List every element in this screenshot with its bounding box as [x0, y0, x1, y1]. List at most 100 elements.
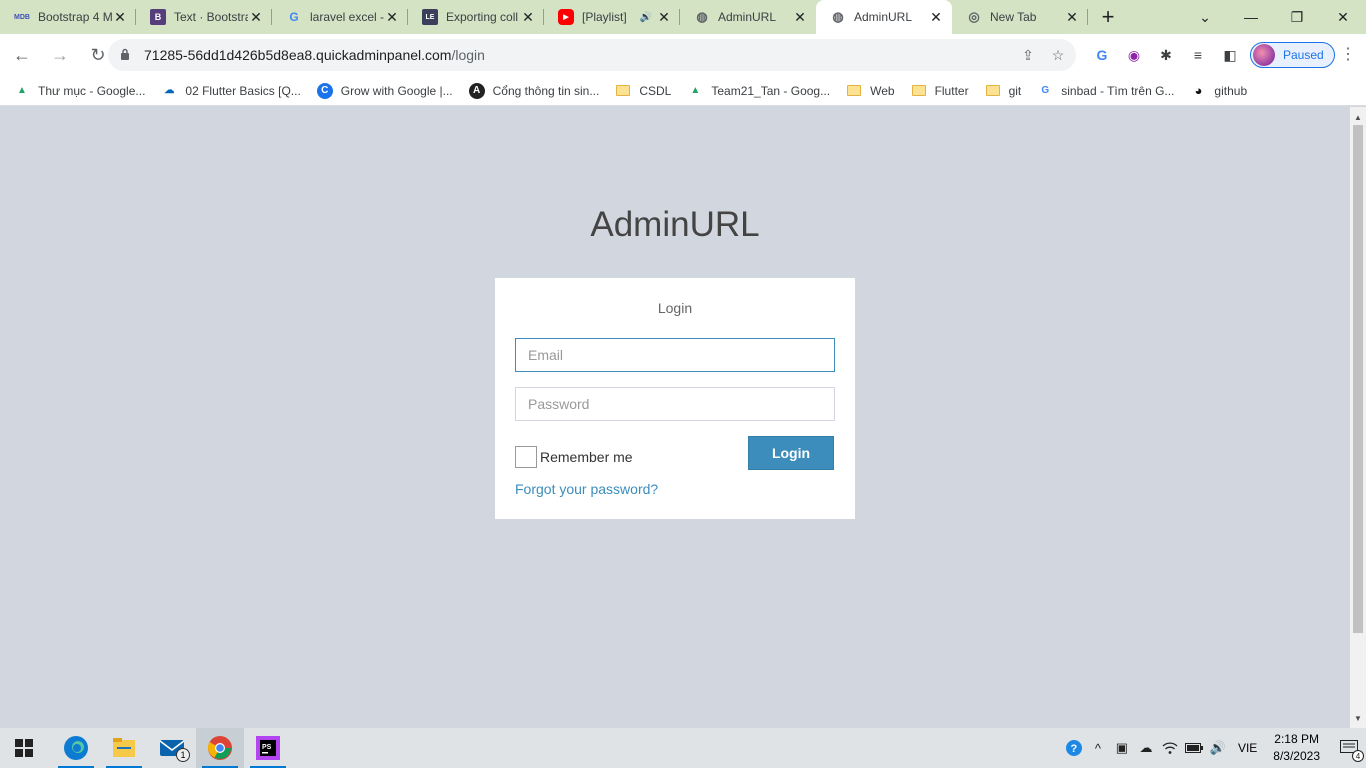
mail-icon[interactable]: 1	[148, 728, 196, 768]
system-tray: ? ^ ▣ ☁ 🔊 VIE 2:18 PM 8/3/2023 4	[1062, 728, 1366, 768]
tab-bootstrap-text[interactable]: B Text · Bootstra ✕	[136, 0, 272, 34]
google-icon: G	[289, 10, 299, 24]
tab-adminurl[interactable]: ◍ AdminURL ✕	[680, 0, 816, 34]
start-button[interactable]	[0, 728, 48, 768]
bookmark-star-icon[interactable]: ☆	[1048, 45, 1068, 65]
wifi-icon[interactable]	[1158, 728, 1182, 768]
google-drive-icon: ▲	[17, 85, 27, 96]
tab-title: AdminURL	[854, 10, 913, 24]
bookmark-item[interactable]: ▲ Thư mục - Google...	[14, 83, 145, 99]
clock[interactable]: 2:18 PM 8/3/2023	[1273, 731, 1320, 765]
tab-new-tab[interactable]: ◎ New Tab ✕	[952, 0, 1088, 34]
media-control-icon[interactable]: ≡	[1182, 39, 1214, 71]
bookmark-item[interactable]: ☁ 02 Flutter Basics [Q...	[161, 83, 300, 99]
tab-youtube-playlist[interactable]: ▶ [Playlist] 🔊 ✕	[544, 0, 680, 34]
tab-search-button[interactable]: ⌄	[1182, 0, 1228, 34]
login-box: Login Remember me Login Forgot your pass…	[495, 278, 855, 519]
scrollbar-thumb[interactable]	[1353, 125, 1363, 633]
password-field[interactable]	[515, 387, 835, 421]
bookmark-item[interactable]: ▲ Team21_Tan - Goog...	[687, 83, 830, 99]
color-extension-icon[interactable]: ◉	[1118, 39, 1150, 71]
google-icon: G	[1041, 85, 1050, 96]
remember-me-checkbox[interactable]	[515, 446, 537, 468]
close-icon[interactable]: ✕	[248, 9, 264, 25]
bookmark-label: Thư mục - Google...	[38, 83, 146, 98]
bookmark-label: 02 Flutter Basics [Q...	[185, 83, 301, 98]
help-icon[interactable]: ?	[1062, 728, 1086, 768]
chrome-icon[interactable]	[196, 728, 244, 768]
browser-menu-icon[interactable]: ⋮	[1340, 44, 1356, 64]
mdb-icon: MDB	[14, 13, 30, 21]
email-field[interactable]	[515, 338, 835, 372]
omnibox-actions: ⇪ ☆	[1018, 45, 1068, 65]
bookmarks-bar: ▲ Thư mục - Google... ☁ 02 Flutter Basics …	[0, 76, 1366, 106]
forward-button[interactable]: →	[44, 39, 76, 71]
back-button[interactable]: ←	[6, 39, 38, 71]
folder-icon	[911, 83, 927, 99]
remember-me-label: Remember me	[540, 449, 633, 465]
bookmark-label: Flutter	[934, 83, 969, 98]
browser-toolbar: ← → ↻ 71285-56dd1d426b5d8ea8.quickadminp…	[0, 34, 1366, 76]
profile-button[interactable]: Paused	[1250, 42, 1335, 68]
minimize-button[interactable]: —	[1228, 0, 1274, 34]
app-logo-title[interactable]: AdminURL	[0, 205, 1350, 245]
forgot-password-link[interactable]: Forgot your password?	[515, 481, 658, 497]
chevron-up-icon[interactable]: ^	[1086, 728, 1110, 768]
file-explorer-icon[interactable]	[100, 728, 148, 768]
bookmark-item[interactable]: Gsinbad - Tìm trên G...	[1037, 83, 1174, 99]
bookmark-folder[interactable]: CSDL	[615, 83, 671, 99]
speaker-icon[interactable]: 🔊	[640, 12, 652, 23]
close-icon[interactable]: ✕	[520, 9, 536, 25]
page-scrollbar[interactable]: ▲ ▼	[1350, 107, 1366, 728]
bookmark-folder[interactable]: Flutter	[911, 83, 969, 99]
google-drive-icon: ▲	[690, 85, 701, 96]
language-indicator[interactable]: VIE	[1238, 741, 1257, 755]
close-icon[interactable]: ✕	[1064, 9, 1080, 25]
onedrive-icon: ☁	[164, 85, 175, 96]
bookmark-folder[interactable]: git	[985, 83, 1022, 99]
close-icon[interactable]: ✕	[792, 9, 808, 25]
bookmark-label: Team21_Tan - Goog...	[711, 83, 831, 98]
new-tab-button[interactable]: +	[1088, 0, 1128, 34]
restore-button[interactable]: ❐	[1274, 0, 1320, 34]
remember-me[interactable]: Remember me	[515, 446, 633, 468]
page-content: AdminURL Login Remember me Login Forgot …	[0, 107, 1350, 728]
bookmark-item[interactable]: A Cổng thông tin sin...	[468, 82, 599, 99]
close-icon[interactable]: ✕	[112, 9, 128, 25]
close-icon[interactable]: ✕	[384, 9, 400, 25]
lock-icon[interactable]	[120, 48, 134, 62]
tab-exporting-collections[interactable]: LE Exporting coll ✕	[408, 0, 544, 34]
address-bar[interactable]: 71285-56dd1d426b5d8ea8.quickadminpanel.c…	[108, 39, 1076, 71]
close-icon[interactable]: ✕	[656, 9, 672, 25]
scroll-up-arrow-icon[interactable]: ▲	[1350, 109, 1366, 125]
share-icon[interactable]: ⇪	[1018, 45, 1038, 65]
volume-icon[interactable]: 🔊	[1206, 728, 1230, 768]
scroll-down-arrow-icon[interactable]: ▼	[1350, 710, 1366, 726]
battery-icon[interactable]	[1182, 728, 1206, 768]
bookmark-label: git	[1008, 83, 1022, 98]
tab-separator	[1087, 9, 1088, 25]
login-button[interactable]: Login	[748, 436, 834, 470]
tab-laravel-excel-search[interactable]: G laravel excel - ✕	[272, 0, 408, 34]
tab-adminurl-active[interactable]: ◍ AdminURL ✕	[816, 0, 952, 34]
device-icon[interactable]: ▣	[1110, 728, 1134, 768]
tab-bootstrap-mdb[interactable]: MDB Bootstrap 4 M ✕	[0, 0, 136, 34]
bookmark-item[interactable]: C Grow with Google |...	[316, 82, 453, 99]
bootstrap-icon: B	[150, 9, 166, 25]
tab-title: laravel excel -	[310, 10, 384, 24]
avatar	[1253, 44, 1275, 66]
translate-extension-icon[interactable]: G	[1086, 39, 1118, 71]
notification-center-icon[interactable]: 4	[1332, 728, 1366, 768]
tab-title: AdminURL	[718, 10, 777, 24]
puzzle-icon[interactable]: ✱	[1150, 39, 1182, 71]
phpstorm-icon[interactable]: PS	[244, 728, 292, 768]
onedrive-cloud-icon[interactable]: ☁	[1134, 728, 1158, 768]
bookmark-item[interactable]: ◕ github	[1190, 83, 1247, 99]
side-panel-icon[interactable]: ◧	[1214, 39, 1246, 71]
clock-time: 2:18 PM	[1274, 732, 1319, 746]
close-icon[interactable]: ✕	[928, 9, 944, 25]
youtube-icon: ▶	[558, 9, 574, 25]
edge-icon[interactable]	[52, 728, 100, 768]
bookmark-folder[interactable]: Web	[846, 83, 895, 99]
close-window-button[interactable]: ✕	[1320, 0, 1366, 34]
